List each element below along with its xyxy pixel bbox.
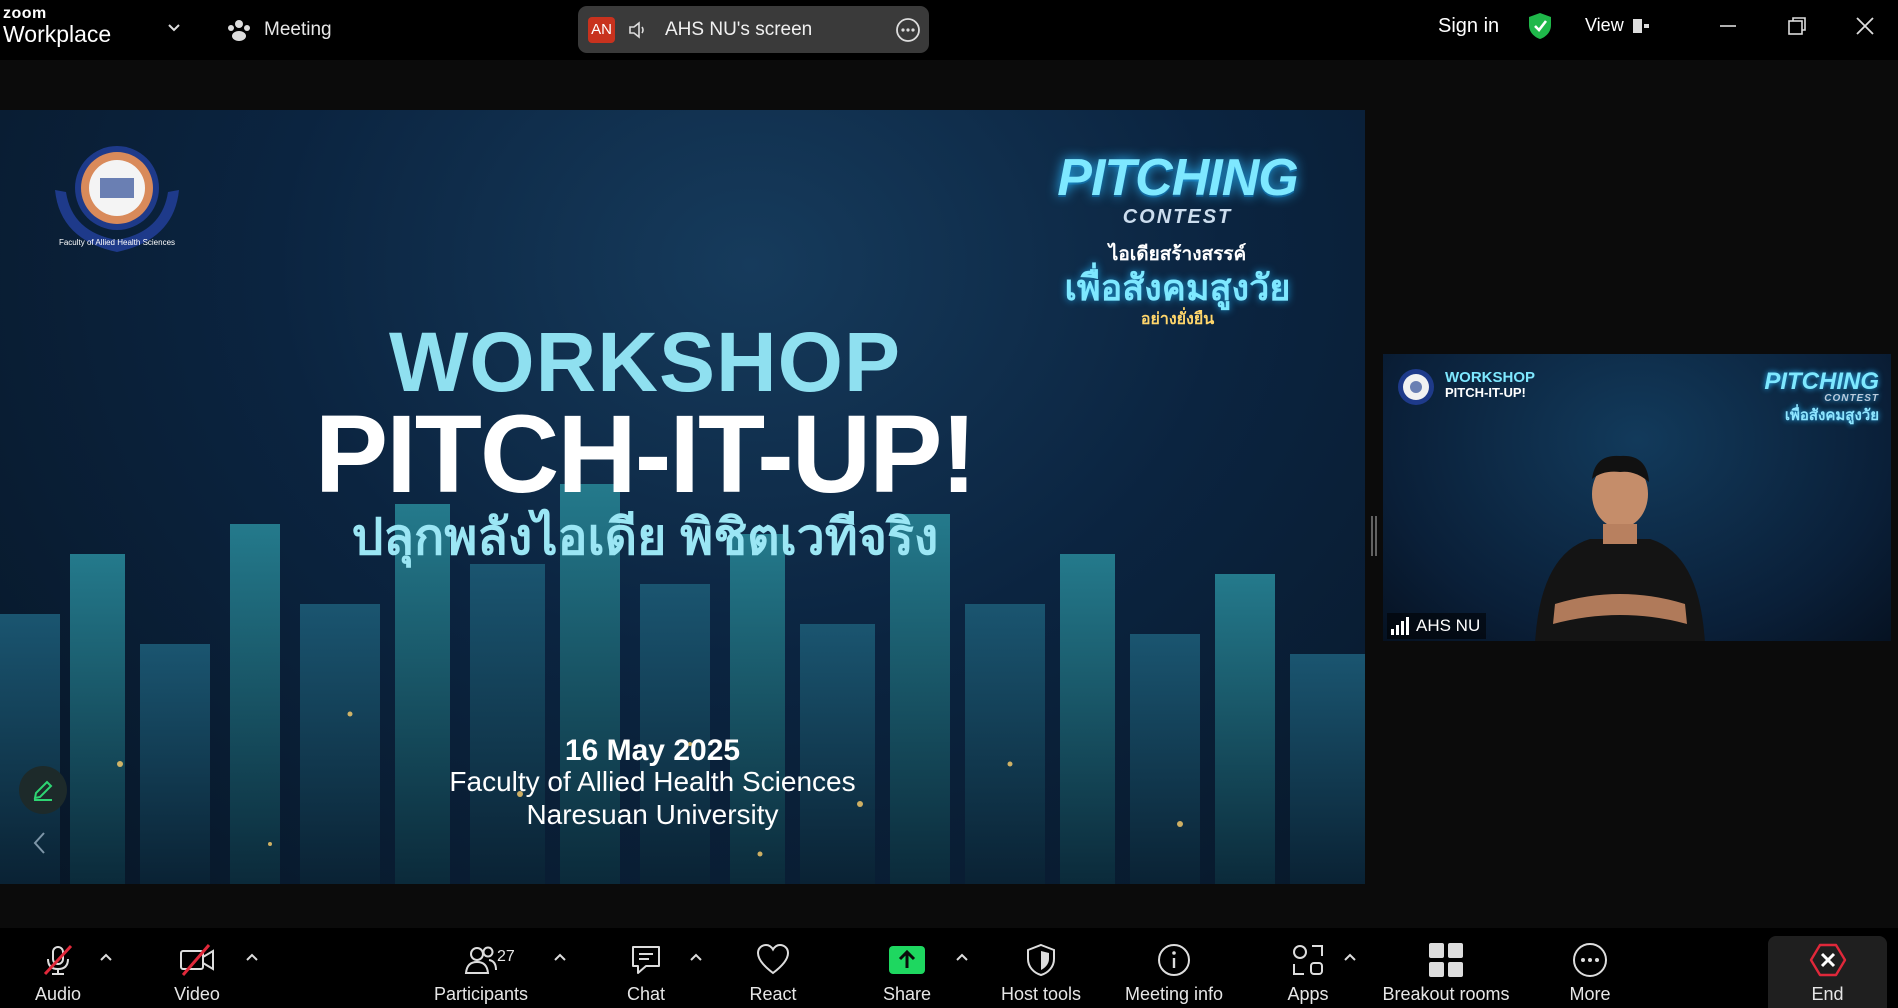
restore-icon[interactable] [1785,14,1809,38]
presenter-avatar: AN [588,16,615,43]
end-call-icon [1808,940,1848,980]
participants-count: 27 [497,948,515,965]
annotate-button[interactable] [19,766,67,814]
slide-thai-tagline: ปลุกพลังไอเดีย พิชิตเวทีจริง [351,509,939,565]
thumb-pitch-line: PITCH-IT-UP! [1445,384,1526,400]
meeting-menu[interactable]: Meeting [226,16,332,44]
video-label: Video [174,984,220,1004]
host-tools-label: Host tools [1000,984,1082,1004]
meeting-info-button[interactable]: Meeting info [1120,928,1228,1008]
info-icon [1154,940,1194,980]
more-button[interactable]: More [1565,928,1615,1008]
thumb-seal-logo [1398,369,1434,405]
slide-faculty: Faculty of Allied Health Sciences [449,766,856,797]
video-off-icon [177,940,217,980]
shared-screen: Faculty of Allied Health Sciences PITCHI… [0,110,1365,884]
seal-text: Faculty of Allied Health Sciences [59,238,175,247]
share-label: Share [882,984,932,1004]
audio-options-caret-icon[interactable] [98,950,114,964]
zoom-window: zoom Workplace Meeting AN AHS NU's scree… [0,0,1898,1008]
thumb-workshop-text: WORKSHOP PITCH-IT-UP! [1445,370,1535,399]
slide-workshop-heading: WORKSHOP [389,315,901,409]
breakout-rooms-button[interactable]: Breakout rooms [1378,928,1514,1008]
resize-handle[interactable] [1370,516,1378,556]
react-button[interactable]: React [746,928,800,1008]
screen-share-indicator[interactable]: AN AHS NU's screen [578,6,929,53]
apps-caret-icon[interactable] [1342,950,1358,964]
zoom-workplace-logo: zoom Workplace [3,6,111,46]
chat-icon [626,940,666,980]
breakout-rooms-icon [1426,940,1466,980]
pencil-icon [33,780,53,801]
minimize-icon[interactable] [1716,14,1740,38]
participant-video-tile[interactable]: WORKSHOP PITCH-IT-UP! PITCHING CONTEST เ… [1383,354,1891,641]
apps-button[interactable]: Apps [1284,928,1332,1008]
pitching-thai-2: เพื่อสังคมสูงวัย [1064,267,1291,308]
slide-date: 16 May 2025 [564,734,741,767]
participants-caret-icon[interactable] [552,950,568,964]
screen-share-label: AHS NU's screen [665,18,813,40]
view-label: View [1585,15,1624,35]
logo-zoom-text: zoom [3,5,47,22]
slide-pitch-heading: PITCH-IT-UP! [314,393,977,516]
heart-icon [753,940,793,980]
view-layout-icon [1632,18,1649,33]
more-options-icon[interactable] [895,17,921,43]
more-label: More [1569,984,1611,1004]
participants-label: Participants [433,984,529,1004]
meeting-info-label: Meeting info [1124,984,1224,1004]
logo-workplace-text: Workplace [3,21,112,47]
chevron-down-icon[interactable] [164,18,184,38]
pitching-thai-1: ไอเดียสร้างสรรค์ [1108,244,1247,265]
chevron-left-icon[interactable] [30,830,50,856]
host-tools-button[interactable]: Host tools [996,928,1086,1008]
participants-paw-icon [228,20,250,41]
video-options-caret-icon[interactable] [244,950,260,964]
end-button[interactable]: End [1800,928,1855,1008]
speaker-icon [629,20,644,39]
end-label: End [1811,984,1844,1004]
mic-muted-icon [38,940,78,980]
share-screen-icon [887,940,927,980]
more-icon [1570,940,1610,980]
thumb-workshop-line: WORKSHOP [1445,369,1535,386]
view-button[interactable]: View [1585,15,1650,36]
audio-button[interactable]: Audio [26,928,90,1008]
participant-name-label: AHS NU [1387,613,1487,639]
thumb-pitching-title: PITCHING [1764,368,1879,395]
video-button[interactable]: Video [165,928,229,1008]
apps-icon [1288,940,1328,980]
share-caret-icon[interactable] [954,950,970,964]
close-icon[interactable] [1853,14,1877,38]
participants-button[interactable]: 27 Participants [428,928,534,1008]
share-button[interactable]: Share [882,928,932,1008]
faculty-seal-logo: Faculty of Allied Health Sciences [55,146,179,252]
meeting-label: Meeting [264,19,332,40]
signal-strength-icon [1391,617,1409,635]
shield-check-icon[interactable] [1527,12,1553,40]
audio-label: Audio [34,984,82,1004]
pitching-contest-logo: PITCHING CONTEST ไอเดียสร้างสรรค์ เพื่อส… [1015,152,1340,332]
thumb-thai: เพื่อสังคมสูงวัย [1784,407,1879,424]
slide-university: Naresuan University [526,799,779,830]
chat-button[interactable]: Chat [620,928,672,1008]
thumb-contest: CONTEST [1824,393,1879,404]
sign-in-button[interactable]: Sign in [1438,15,1499,38]
apps-label: Apps [1287,984,1329,1004]
breakout-rooms-label: Breakout rooms [1382,984,1510,1004]
chat-caret-icon[interactable] [688,950,704,964]
participants-icon: 27 [461,940,515,980]
thumb-pitching-logo: PITCHING CONTEST เพื่อสังคมสูงวัย [1764,368,1879,424]
pitching-title: PITCHING [1057,149,1298,207]
meeting-toolbar: Audio Video 27 Participants Chat React S… [0,928,1898,1008]
participant-name: AHS NU [1416,616,1481,635]
chat-label: Chat [626,984,666,1004]
host-shield-icon [1021,940,1061,980]
react-label: React [749,984,797,1004]
presenter-video [1535,455,1705,641]
pitching-subtitle: CONTEST [1122,206,1233,228]
title-bar: zoom Workplace Meeting AN AHS NU's scree… [0,0,1898,60]
